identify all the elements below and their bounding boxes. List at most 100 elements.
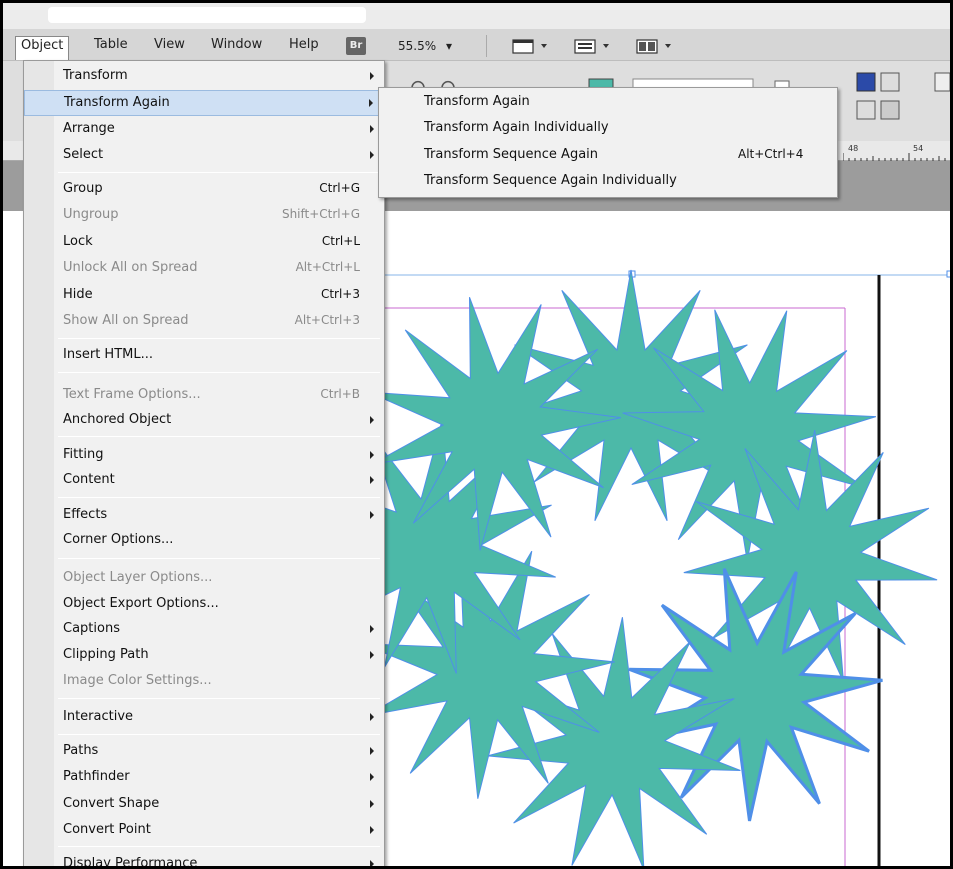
menu-item-shortcut: Alt+Ctrl+L: [295, 260, 360, 274]
menu-item-shortcut: Alt+Ctrl+4: [738, 147, 804, 161]
menu-item-group[interactable]: Group Ctrl+G: [24, 177, 384, 203]
menu-item-label: Content: [63, 472, 115, 487]
menu-item-shortcut: Shift+Ctrl+G: [281, 207, 360, 221]
menu-item-label: Effects: [63, 507, 108, 522]
menu-item-label: Object Layer Options...: [63, 570, 213, 585]
submenu-arrow-icon: [370, 72, 374, 80]
submenu-arrow-icon: [370, 713, 374, 721]
menu-item-hide[interactable]: Hide Ctrl+3: [24, 283, 384, 309]
menu-item-label: Transform Again Individually: [424, 120, 609, 135]
menu-item-shortcut: Alt+Ctrl+3: [294, 313, 360, 327]
menu-item-label: Display Performance: [63, 856, 198, 869]
menu-item-unlock-all: Unlock All on Spread Alt+Ctrl+L: [24, 256, 384, 282]
star-ring-artwork[interactable]: [303, 269, 938, 869]
submenu-item-transform-sequence-again-individually[interactable]: Transform Sequence Again Individually: [379, 169, 837, 194]
menu-item-label: Insert HTML...: [63, 347, 153, 362]
menu-item-select[interactable]: Select: [24, 143, 384, 169]
menu-item-lock[interactable]: Lock Ctrl+L: [24, 230, 384, 256]
menu-item-captions[interactable]: Captions: [24, 617, 384, 643]
menu-item-object-layer-options: Object Layer Options...: [24, 566, 384, 592]
menu-item-shortcut: Ctrl+L: [321, 234, 360, 248]
menu-item-label: Transform Again: [424, 94, 530, 109]
menu-item-object-export-options[interactable]: Object Export Options...: [24, 592, 384, 618]
submenu-arrow-icon: [370, 773, 374, 781]
menu-item-label: Object Export Options...: [63, 596, 219, 611]
menu-item-label: Paths: [63, 743, 99, 758]
menu-separator: [58, 436, 380, 437]
menu-item-fitting[interactable]: Fitting: [24, 443, 384, 469]
menu-item-image-color-settings: Image Color Settings...: [24, 669, 384, 695]
menu-item-ungroup: Ungroup Shift+Ctrl+G: [24, 203, 384, 229]
menu-separator: [58, 172, 380, 173]
submenu-arrow-icon: [370, 747, 374, 755]
menu-item-label: Convert Point: [63, 822, 151, 837]
submenu-arrow-icon: [370, 651, 374, 659]
object-menu: Transform Transform Again Arrange Select…: [23, 60, 385, 869]
menu-item-label: Transform: [63, 68, 128, 83]
menu-item-label: Arrange: [63, 121, 115, 136]
menu-item-label: Transform Sequence Again Individually: [424, 173, 677, 188]
menu-item-display-performance[interactable]: Display Performance: [24, 852, 384, 869]
menu-separator: [58, 372, 380, 373]
menu-item-label: Interactive: [63, 709, 134, 724]
submenu-item-transform-again[interactable]: Transform Again: [379, 90, 837, 115]
menu-item-label: Captions: [63, 621, 120, 636]
menu-item-transform-again[interactable]: Transform Again: [24, 90, 384, 116]
menu-item-label: Group: [63, 181, 103, 196]
submenu-arrow-icon: [370, 451, 374, 459]
menu-separator: [58, 734, 380, 735]
submenu-arrow-icon: [369, 99, 373, 107]
menu-item-show-all: Show All on Spread Alt+Ctrl+3: [24, 309, 384, 335]
menu-item-label: Convert Shape: [63, 796, 160, 811]
submenu-arrow-icon: [370, 151, 374, 159]
menu-item-label: Lock: [63, 234, 93, 249]
submenu-arrow-icon: [370, 125, 374, 133]
menu-item-label: Clipping Path: [63, 647, 149, 662]
menu-item-text-frame-options: Text Frame Options... Ctrl+B: [24, 383, 384, 409]
menu-separator: [58, 846, 380, 847]
submenu-arrow-icon: [370, 860, 374, 866]
menu-item-insert-html[interactable]: Insert HTML...: [24, 343, 384, 369]
menu-item-arrange[interactable]: Arrange: [24, 117, 384, 143]
menu-separator: [58, 338, 380, 339]
menu-separator: [58, 558, 380, 559]
menu-item-label: Transform Again: [64, 95, 170, 110]
menu-item-transform[interactable]: Transform: [24, 64, 384, 90]
menu-item-label: Fitting: [63, 447, 104, 462]
menu-item-label: Corner Options...: [63, 532, 174, 547]
menu-item-label: Anchored Object: [63, 412, 172, 427]
submenu-arrow-icon: [370, 625, 374, 633]
menu-item-label: Unlock All on Spread: [63, 260, 198, 275]
menu-item-convert-point[interactable]: Convert Point: [24, 818, 384, 844]
submenu-arrow-icon: [370, 800, 374, 808]
menu-item-anchored-object[interactable]: Anchored Object: [24, 408, 384, 434]
submenu-arrow-icon: [370, 416, 374, 424]
menu-item-label: Image Color Settings...: [63, 673, 212, 688]
indesign-window: Object Table View Window Help Br 55.5% ▾: [0, 0, 953, 869]
menu-item-label: Ungroup: [63, 207, 119, 222]
menu-item-interactive[interactable]: Interactive: [24, 705, 384, 731]
submenu-arrow-icon: [370, 826, 374, 834]
submenu-arrow-icon: [370, 511, 374, 519]
menu-item-paths[interactable]: Paths: [24, 739, 384, 765]
submenu-arrow-icon: [370, 476, 374, 484]
transform-again-submenu: Transform Again Transform Again Individu…: [378, 87, 838, 198]
menu-item-label: Pathfinder: [63, 769, 130, 784]
menu-item-pathfinder[interactable]: Pathfinder: [24, 765, 384, 791]
menu-item-content[interactable]: Content: [24, 468, 384, 494]
menu-item-label: Text Frame Options...: [63, 387, 201, 402]
submenu-item-transform-sequence-again[interactable]: Transform Sequence Again Alt+Ctrl+4: [379, 143, 837, 168]
menu-item-label: Show All on Spread: [63, 313, 189, 328]
menu-separator: [58, 497, 380, 498]
menu-item-clipping-path[interactable]: Clipping Path: [24, 643, 384, 669]
menu-item-shortcut: Ctrl+B: [320, 387, 360, 401]
menu-item-shortcut: Ctrl+G: [319, 181, 360, 195]
menu-item-label: Transform Sequence Again: [424, 147, 599, 162]
menu-item-shortcut: Ctrl+3: [320, 287, 360, 301]
menu-separator: [58, 698, 380, 699]
menu-item-effects[interactable]: Effects: [24, 503, 384, 529]
menu-item-label: Hide: [63, 287, 93, 302]
submenu-item-transform-again-individually[interactable]: Transform Again Individually: [379, 116, 837, 141]
menu-item-convert-shape[interactable]: Convert Shape: [24, 792, 384, 818]
menu-item-corner-options[interactable]: Corner Options...: [24, 528, 384, 554]
